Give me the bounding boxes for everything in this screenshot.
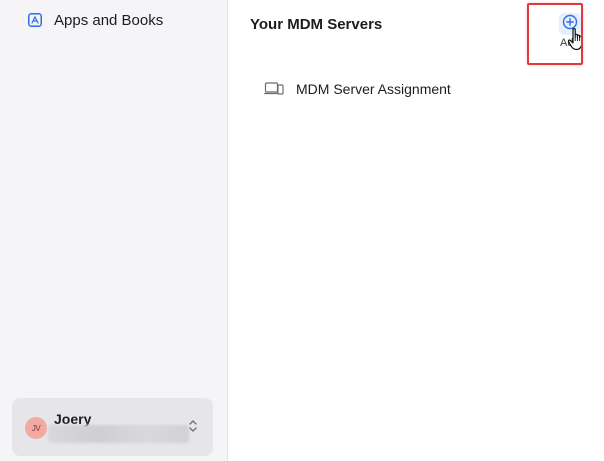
account-switcher[interactable]: JV Joery	[12, 398, 213, 456]
add-button-label: Add	[560, 37, 580, 49]
devices-icon	[263, 81, 284, 97]
add-icon-background[interactable]	[559, 13, 581, 35]
sidebar-item-label: Apps and Books	[54, 11, 164, 29]
sidebar: Apps and Books JV Joery	[0, 0, 228, 461]
list-item-mdm-server[interactable]: MDM Server Assignment	[263, 78, 451, 100]
page-title: Your MDM Servers	[250, 16, 383, 33]
app-store-icon	[28, 13, 42, 27]
chevron-up-down-icon[interactable]	[187, 418, 199, 434]
sidebar-item-apps-and-books[interactable]: Apps and Books	[28, 10, 163, 30]
account-subtitle-redacted	[48, 425, 189, 443]
plus-circle-icon	[562, 14, 578, 35]
avatar: JV	[25, 417, 47, 439]
server-name: MDM Server Assignment	[296, 81, 451, 97]
